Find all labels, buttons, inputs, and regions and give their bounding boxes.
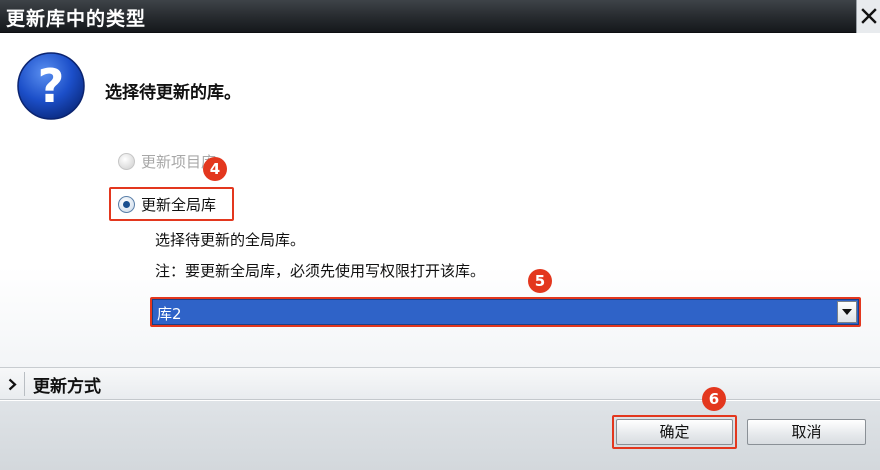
cancel-button[interactable]: 取消 bbox=[747, 419, 866, 445]
section-separator bbox=[24, 372, 25, 396]
section-label: 更新方式 bbox=[33, 377, 101, 397]
highlight-box-step4 bbox=[109, 187, 234, 221]
step-badge-5: 5 bbox=[528, 269, 552, 293]
radio-button[interactable] bbox=[118, 153, 135, 170]
highlight-box-step5 bbox=[150, 297, 861, 327]
highlight-box-step6 bbox=[612, 415, 737, 449]
info-text-2: 注：要更新全局库，必须先使用写权限打开该库。 bbox=[155, 262, 486, 280]
title-bar: 更新库中的类型 bbox=[0, 0, 880, 33]
svg-text:?: ? bbox=[38, 59, 65, 113]
update-mode-section[interactable]: 更新方式 bbox=[0, 368, 880, 400]
window-title: 更新库中的类型 bbox=[6, 8, 147, 30]
step-badge-6: 6 bbox=[702, 387, 726, 411]
dialog-footer: 6 确定 取消 bbox=[0, 387, 880, 470]
dialog-content: ? 选择待更新的库。 更新项目库 更新全局库 4 选择待更新的全局库。 注：要更… bbox=[0, 33, 880, 367]
close-icon bbox=[861, 8, 877, 24]
step-badge-4: 4 bbox=[203, 157, 227, 181]
dialog-heading: 选择待更新的库。 bbox=[105, 83, 241, 103]
question-icon: ? bbox=[17, 52, 85, 120]
chevron-right-icon[interactable] bbox=[8, 378, 17, 391]
close-button[interactable] bbox=[856, 0, 880, 33]
info-text-1: 选择待更新的全局库。 bbox=[155, 231, 306, 249]
radio-update-project-library[interactable]: 更新项目库 bbox=[118, 151, 216, 172]
